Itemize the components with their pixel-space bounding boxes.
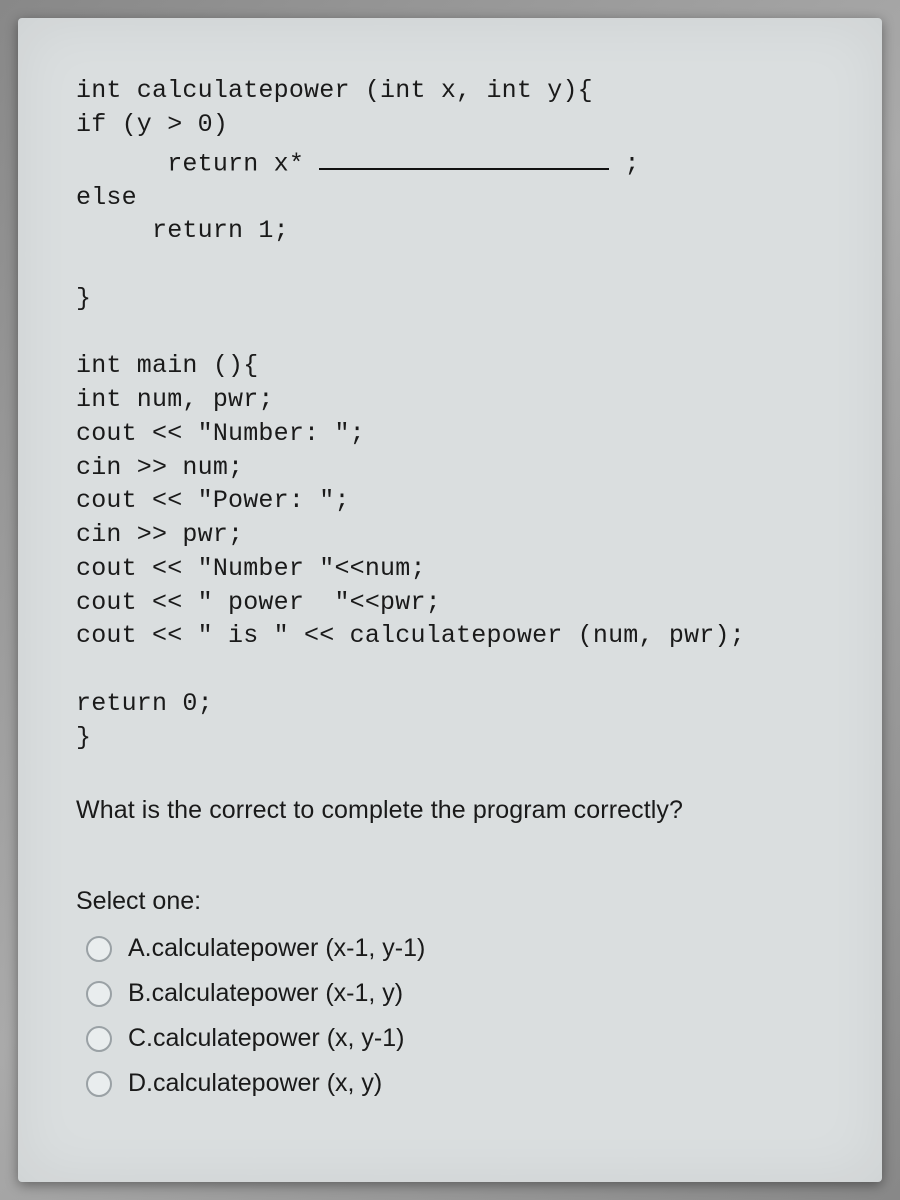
fill-blank [319,142,609,170]
code-line: cout << " is " << calculatepower (num, p… [76,621,745,650]
code-line: return 0; [76,689,213,718]
code-line: return x* [76,149,319,178]
code-line: cout << "Number: "; [76,419,365,448]
question-text: What is the correct to complete the prog… [76,796,838,825]
radio-icon[interactable] [86,981,112,1007]
code-line: if (y > 0) [76,110,228,139]
question-sheet: int calculatepower (int x, int y){ if (y… [18,18,882,1182]
select-one-label: Select one: [76,887,838,916]
options-group: A.calculatepower (x-1, y-1) B.calculatep… [76,926,838,1106]
code-line: int num, pwr; [76,385,274,414]
code-line: cout << "Number "<<num; [76,554,426,583]
code-line: return 1; [76,216,289,245]
option-label: D.calculatepower (x, y) [128,1069,382,1098]
radio-icon[interactable] [86,1026,112,1052]
radio-icon[interactable] [86,936,112,962]
code-line: int main (){ [76,351,258,380]
option-c[interactable]: C.calculatepower (x, y-1) [76,1016,838,1061]
option-label: B.calculatepower (x-1, y) [128,979,403,1008]
code-line: cin >> pwr; [76,520,243,549]
code-line: } [76,723,91,752]
code-line: else [76,183,137,212]
code-line: int calculatepower (int x, int y){ [76,76,593,105]
option-label: A.calculatepower (x-1, y-1) [128,934,425,963]
option-b[interactable]: B.calculatepower (x-1, y) [76,971,838,1016]
code-line: } [76,284,91,313]
radio-icon[interactable] [86,1071,112,1097]
option-label: C.calculatepower (x, y-1) [128,1024,404,1053]
code-line: ; [609,149,639,178]
code-line: cout << "Power: "; [76,486,350,515]
code-block: int calculatepower (int x, int y){ if (y… [76,74,838,754]
option-d[interactable]: D.calculatepower (x, y) [76,1061,838,1106]
code-line: cin >> num; [76,453,243,482]
code-line: cout << " power "<<pwr; [76,588,441,617]
option-a[interactable]: A.calculatepower (x-1, y-1) [76,926,838,971]
